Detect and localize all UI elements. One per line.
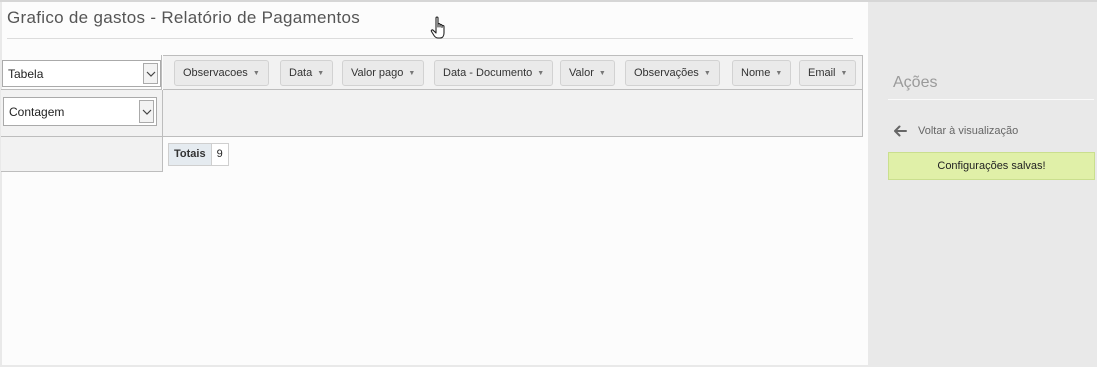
back-link-label[interactable]: Voltar à visualização: [918, 125, 1018, 137]
field-label: Data: [289, 67, 313, 79]
caret-down-icon[interactable]: ▼: [599, 70, 606, 77]
chevron-down-icon[interactable]: [139, 100, 154, 123]
back-to-view-link[interactable]: Voltar à visualização: [893, 125, 1018, 137]
caret-down-icon[interactable]: ▼: [408, 70, 415, 77]
field-email[interactable]: Email ▼: [799, 60, 857, 86]
field-label: Data - Documento: [443, 67, 533, 79]
field-valor[interactable]: Valor ▼: [560, 60, 615, 86]
field-label: Nome: [741, 67, 771, 79]
field-label: Observações: [634, 67, 699, 79]
totals-value: 9: [211, 144, 228, 165]
renderer-select[interactable]: Tabela: [2, 60, 161, 87]
field-label: Observacoes: [183, 67, 248, 79]
field-label: Email: [808, 67, 836, 79]
field-observacoes-2[interactable]: Observações ▼: [625, 60, 720, 86]
chevron-down-icon[interactable]: [143, 63, 158, 84]
pivot-row-header-area[interactable]: [1, 137, 163, 172]
page-title: Grafico de gastos - Relatório de Pagamen…: [7, 8, 361, 27]
field-valor-pago[interactable]: Valor pago ▼: [342, 60, 425, 86]
field-label: Valor pago: [351, 67, 404, 79]
pivot-rows-area[interactable]: [163, 90, 863, 137]
caret-down-icon[interactable]: ▼: [537, 70, 544, 77]
field-observacoes[interactable]: Observacoes ▼: [174, 60, 269, 86]
renderer-select-value: Tabela: [8, 66, 44, 81]
sidebar-divider: [888, 99, 1094, 100]
aggregator-select-value: Contagem: [9, 104, 65, 119]
totals-row: Totais 9: [168, 143, 229, 166]
caret-down-icon[interactable]: ▼: [841, 70, 848, 77]
aggregator-select[interactable]: Contagem: [3, 97, 157, 126]
status-message: Configurações salvas!: [888, 152, 1095, 180]
sidebar-title: Ações: [893, 74, 938, 91]
caret-down-icon[interactable]: ▼: [253, 70, 260, 77]
totals-label: Totais: [169, 144, 212, 165]
field-nome[interactable]: Nome ▼: [732, 60, 792, 86]
arrow-left-icon[interactable]: [893, 125, 907, 137]
field-label: Valor: [569, 67, 594, 79]
caret-down-icon[interactable]: ▼: [317, 70, 324, 77]
hand-pointer-icon: [430, 16, 450, 42]
field-data[interactable]: Data ▼: [280, 60, 334, 86]
field-data-documento[interactable]: Data - Documento ▼: [434, 60, 554, 86]
caret-down-icon[interactable]: ▼: [704, 70, 711, 77]
caret-down-icon[interactable]: ▼: [775, 70, 782, 77]
